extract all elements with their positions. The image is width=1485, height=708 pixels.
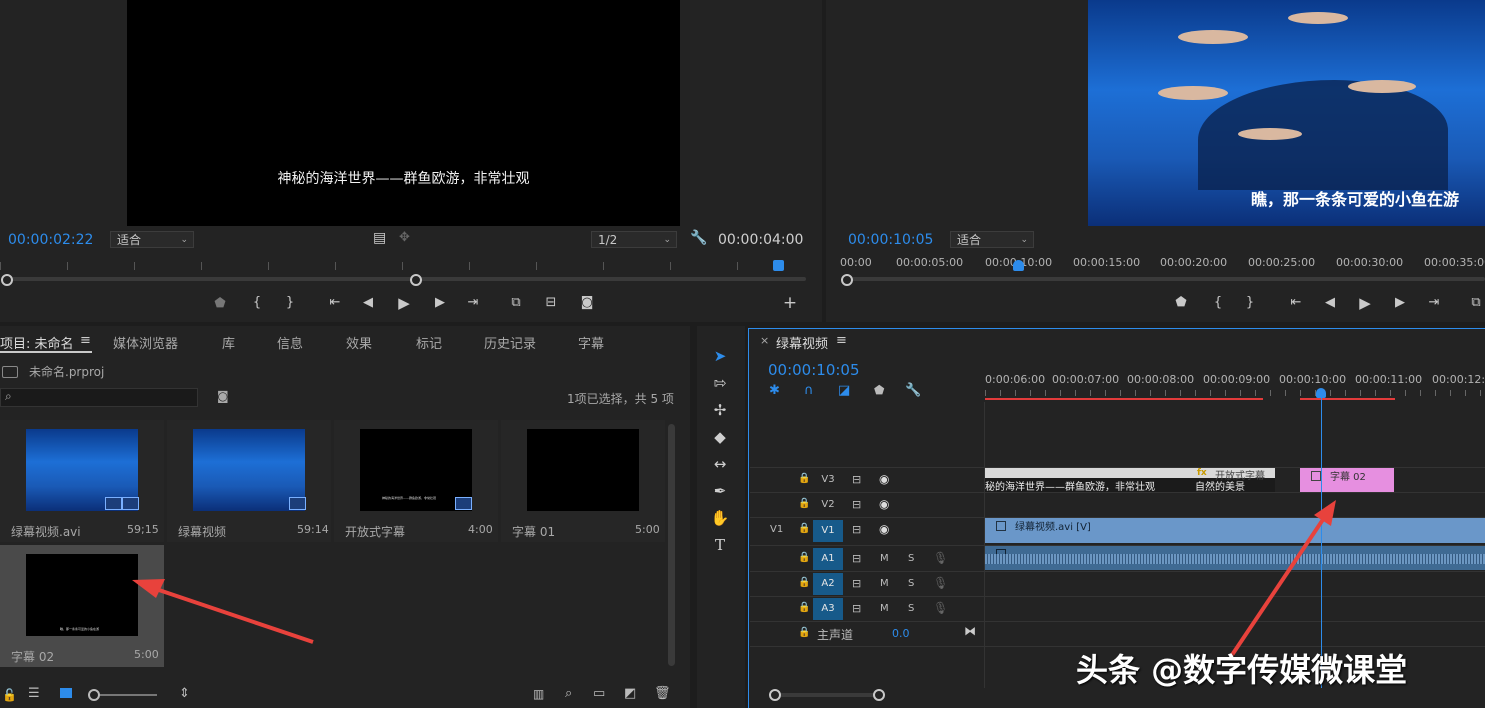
arrow-head-right [1314, 500, 1336, 526]
annotation-arrows [132, 500, 1336, 657]
arrow-head-left [132, 579, 165, 598]
arrow-line-right [1230, 513, 1328, 657]
arrow-line-left [149, 585, 314, 644]
watermark: 头条 @数字传媒微课堂 [1076, 651, 1408, 689]
